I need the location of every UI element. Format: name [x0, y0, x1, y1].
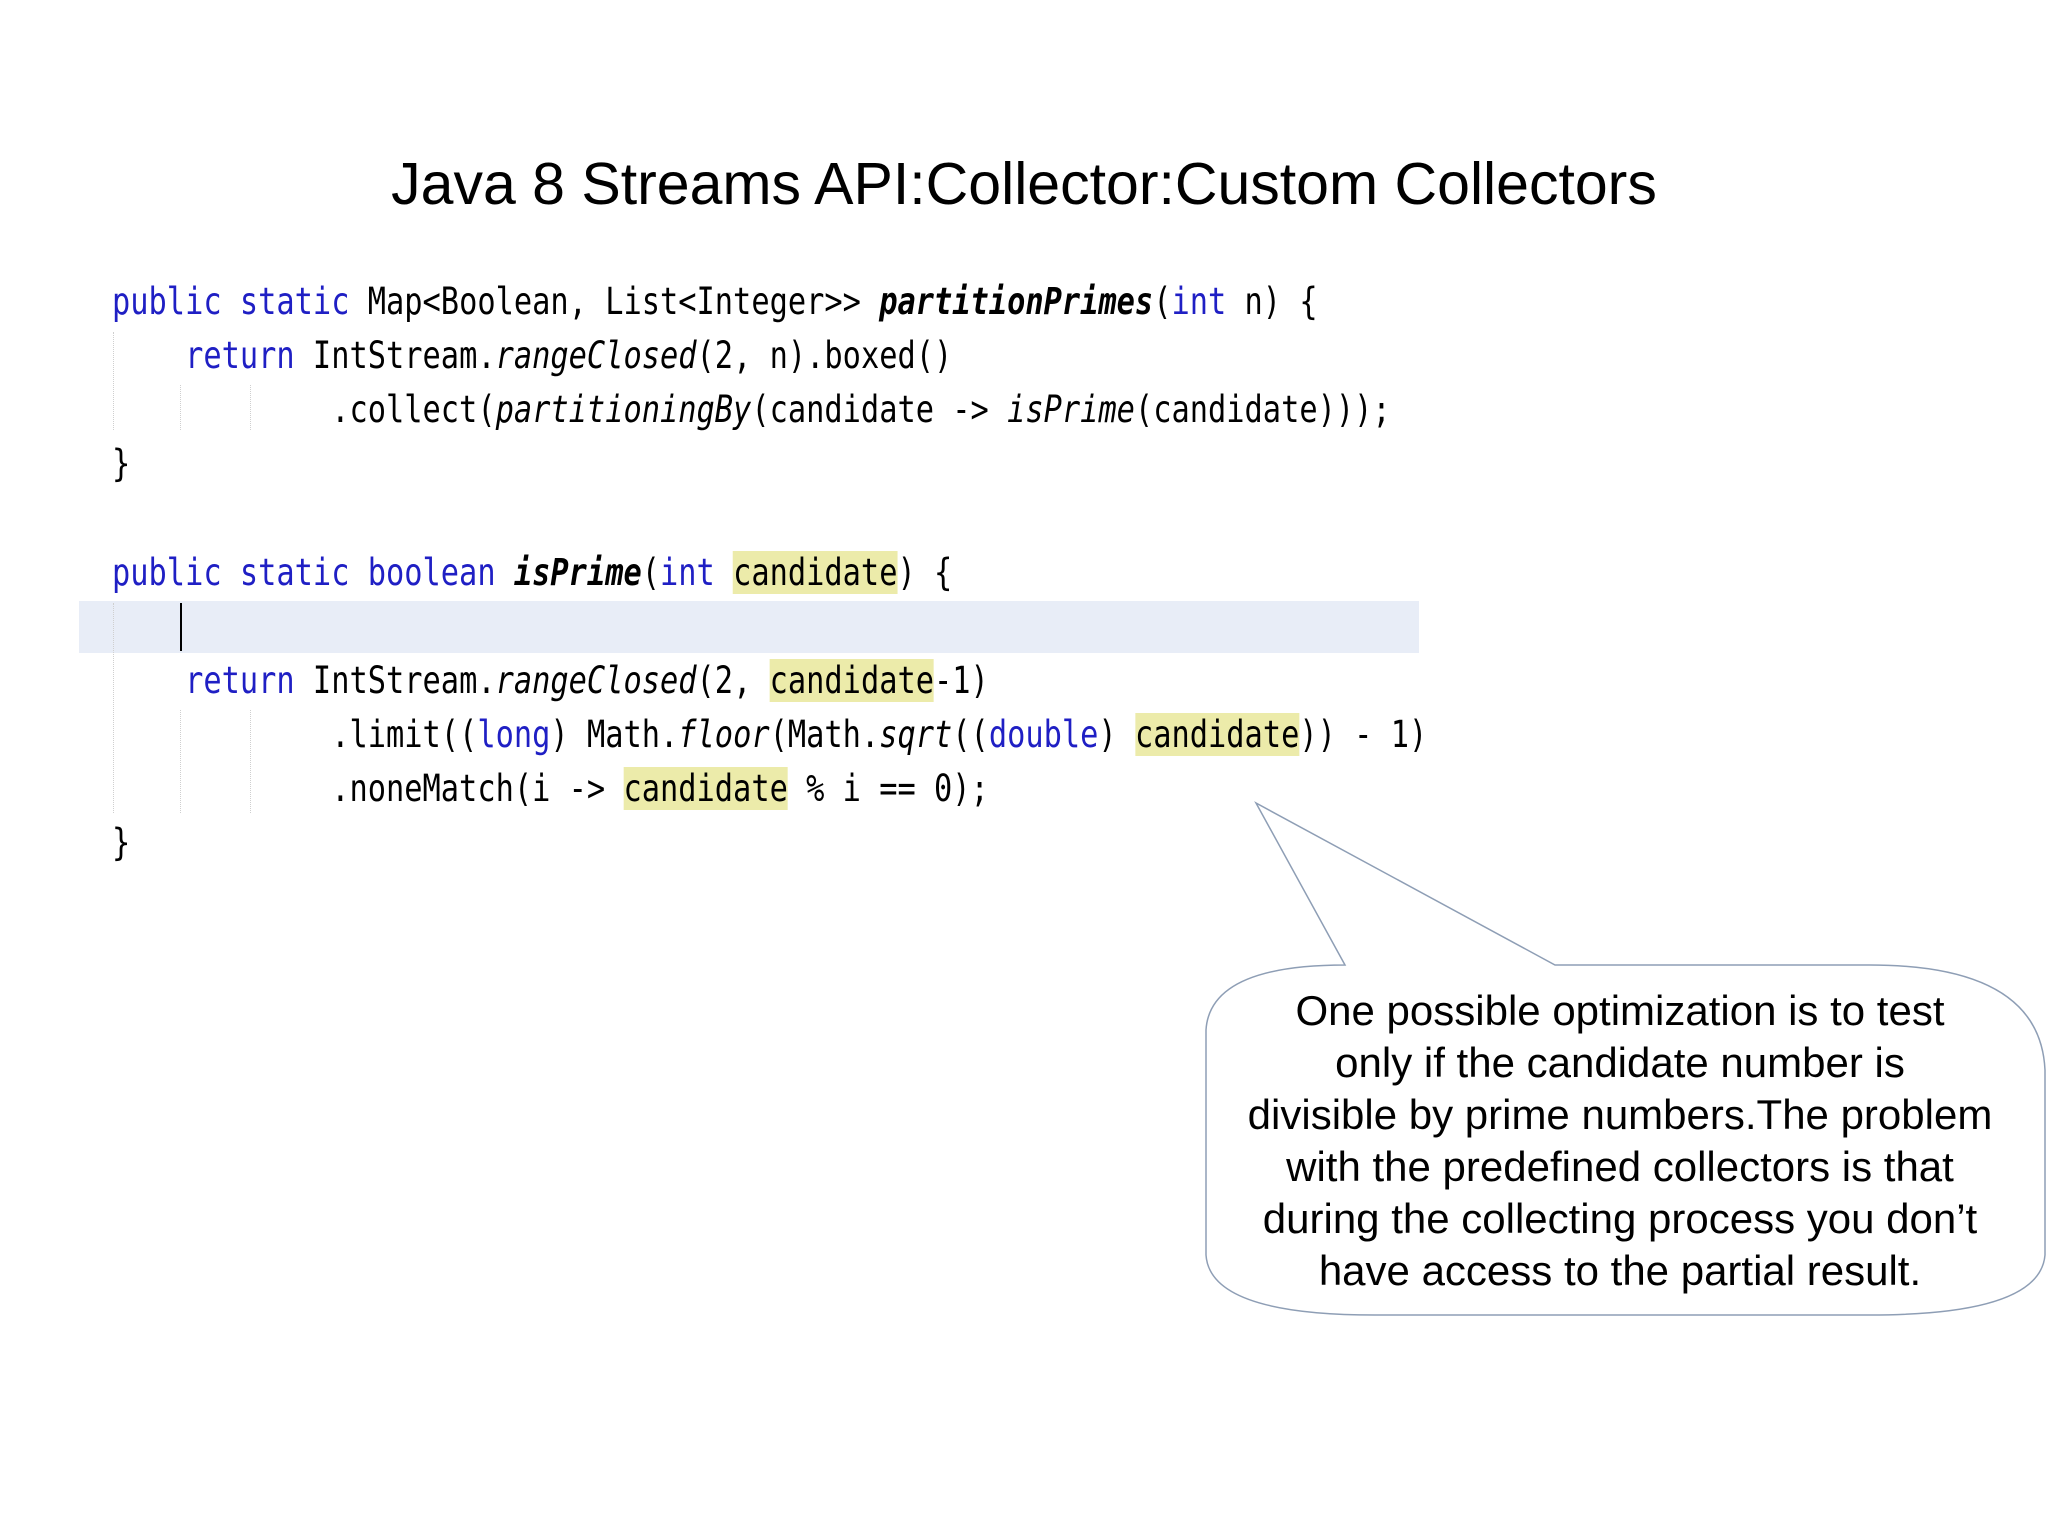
callout-line: only if the candidate number is — [1335, 1039, 1905, 1086]
callout-line: divisible by prime numbers.The problem — [1247, 1091, 1993, 1138]
callout-bubble — [1205, 801, 2046, 1316]
callout-text: One possible optimization is to test onl… — [1205, 985, 2035, 1297]
callout-line: have access to the partial result. — [1318, 1247, 1922, 1294]
callout-line: with the predefined collectors is that — [1286, 1143, 1954, 1190]
callout-line: One possible optimization is to test — [1295, 987, 1945, 1034]
callout-line: during the collecting process you don’t — [1262, 1195, 1978, 1242]
